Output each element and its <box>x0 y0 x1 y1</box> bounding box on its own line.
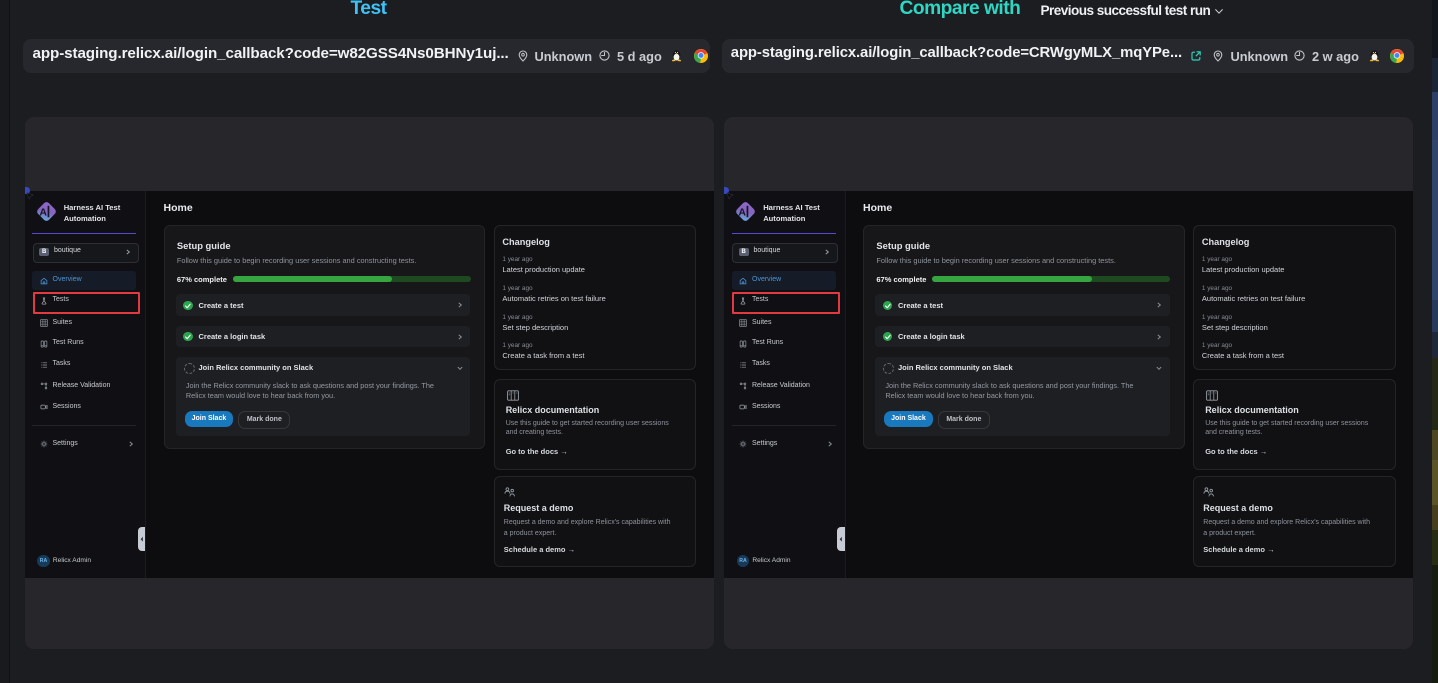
svg-text:A: A <box>739 207 747 219</box>
svg-text:A: A <box>39 207 47 219</box>
